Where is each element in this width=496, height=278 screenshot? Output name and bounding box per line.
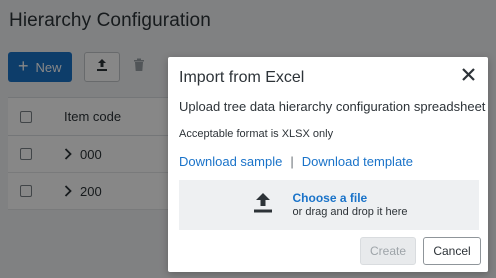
download-template-link[interactable]: Download template: [302, 154, 413, 169]
choose-file-link[interactable]: Choose a file: [293, 191, 408, 205]
close-icon: [461, 68, 475, 86]
cancel-button[interactable]: Cancel: [423, 237, 481, 265]
download-sample-link[interactable]: Download sample: [179, 154, 282, 169]
dropzone-text: Choose a file or drag and drop it here: [293, 191, 408, 219]
file-dropzone[interactable]: Choose a file or drag and drop it here: [179, 180, 479, 230]
format-note: Acceptable format is XLSX only: [179, 128, 334, 140]
link-separator: |: [290, 154, 294, 169]
create-button[interactable]: Create: [360, 237, 416, 265]
download-links: Download sample | Download template: [179, 154, 413, 169]
upload-icon: [251, 191, 275, 220]
close-button[interactable]: [460, 68, 476, 86]
import-dialog: Import from Excel Upload tree data hiera…: [168, 57, 488, 272]
dialog-title: Import from Excel: [179, 69, 305, 86]
drag-drop-hint: or drag and drop it here: [292, 205, 408, 218]
dialog-subtitle: Upload tree data hierarchy configuration…: [179, 99, 486, 114]
